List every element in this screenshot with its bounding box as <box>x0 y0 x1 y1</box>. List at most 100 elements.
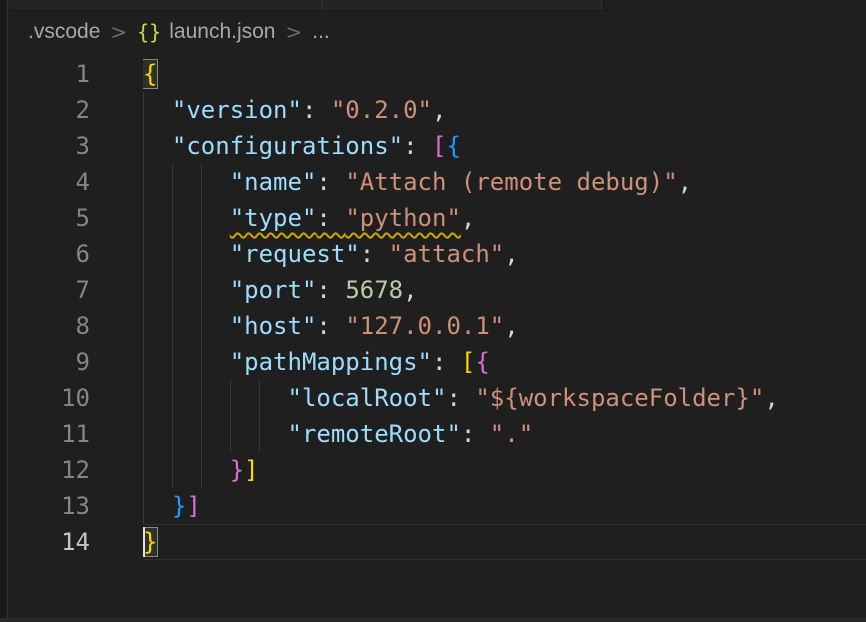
line-number[interactable]: 5 <box>9 200 143 236</box>
tab-1[interactable] <box>9 0 323 10</box>
breadcrumb-item-symbol[interactable]: ... <box>312 20 330 44</box>
token: : <box>432 348 461 376</box>
window-left-edge <box>0 0 8 622</box>
tab-bar <box>9 0 866 11</box>
indentation <box>143 420 288 448</box>
token: [ <box>432 132 446 160</box>
code-line[interactable]: }] <box>143 452 866 488</box>
token: "pathMappings" <box>230 348 432 376</box>
indentation <box>143 276 230 304</box>
token: "host" <box>230 312 317 340</box>
line-number[interactable]: 6 <box>9 236 143 272</box>
breadcrumb-symbol-label: ... <box>312 20 330 44</box>
indentation <box>143 456 230 484</box>
token: , <box>432 96 446 124</box>
token: : <box>461 420 490 448</box>
code-line[interactable]: } <box>143 524 866 560</box>
indentation <box>143 384 288 412</box>
indentation <box>143 132 172 160</box>
token: : <box>316 276 345 304</box>
token: ] <box>244 456 258 484</box>
token: } <box>230 456 244 484</box>
line-number[interactable]: 13 <box>9 488 143 524</box>
line-number[interactable]: 9 <box>9 344 143 380</box>
indentation <box>143 96 172 124</box>
code-line[interactable]: "port": 5678, <box>143 272 866 308</box>
token: "python" <box>345 204 461 232</box>
token: : <box>316 204 345 232</box>
line-number[interactable]: 10 <box>9 380 143 416</box>
breadcrumb-item-folder[interactable]: .vscode <box>28 20 100 44</box>
token: : <box>316 312 345 340</box>
code-line[interactable]: "version": "0.2.0", <box>143 92 866 128</box>
code-line[interactable]: "localRoot": "${workspaceFolder}", <box>143 380 866 416</box>
token: , <box>461 204 475 232</box>
indentation <box>143 348 230 376</box>
line-number[interactable]: 2 <box>9 92 143 128</box>
code-line[interactable]: { <box>143 56 866 92</box>
token: "type" <box>230 204 317 232</box>
indentation <box>143 240 230 268</box>
chevron-right-icon: > <box>110 20 127 44</box>
code-line[interactable]: "name": "Attach (remote debug)", <box>143 164 866 200</box>
breadcrumb-item-file[interactable]: {} launch.json <box>137 20 275 44</box>
token: : <box>302 96 331 124</box>
line-number[interactable]: 11 <box>9 416 143 452</box>
token: "0.2.0" <box>331 96 432 124</box>
warning-squiggle: "type": "python" <box>230 204 461 232</box>
token: ] <box>186 492 200 520</box>
token: { <box>475 348 489 376</box>
token: "Attach (remote debug)" <box>345 168 677 196</box>
code-line[interactable]: }] <box>143 488 866 524</box>
indentation <box>143 312 230 340</box>
line-number[interactable]: 14 <box>9 524 143 560</box>
token: "name" <box>230 168 317 196</box>
tab-2[interactable] <box>323 0 602 10</box>
indentation <box>143 204 230 232</box>
line-number[interactable]: 4 <box>9 164 143 200</box>
token: "port" <box>230 276 317 304</box>
json-braces-icon: {} <box>137 20 161 44</box>
token: { <box>446 132 460 160</box>
token: : <box>316 168 345 196</box>
code-line[interactable]: "configurations": [{ <box>143 128 866 164</box>
code-editor[interactable]: 1234567891011121314 { "version": "0.2.0"… <box>9 52 866 622</box>
line-number[interactable]: 7 <box>9 272 143 308</box>
code-line[interactable]: "remoteRoot": "." <box>143 416 866 452</box>
token: , <box>504 240 518 268</box>
token: "localRoot" <box>288 384 447 412</box>
line-number[interactable]: 12 <box>9 452 143 488</box>
token: : <box>403 132 432 160</box>
token: "127.0.0.1" <box>345 312 504 340</box>
text-cursor <box>143 527 145 557</box>
token: "version" <box>172 96 302 124</box>
line-number[interactable]: 1 <box>9 56 143 92</box>
token: , <box>403 276 417 304</box>
indentation <box>143 168 230 196</box>
matched-bracket: { <box>143 60 157 88</box>
chevron-right-icon: > <box>285 20 302 44</box>
token: 5678 <box>345 276 403 304</box>
code-line[interactable]: "type": "python", <box>143 200 866 236</box>
matched-bracket: } <box>143 528 157 556</box>
line-number[interactable]: 3 <box>9 128 143 164</box>
token: "." <box>490 420 533 448</box>
token: : <box>446 384 475 412</box>
breadcrumb: .vscode > {} launch.json > ... <box>9 11 866 52</box>
line-number[interactable]: 8 <box>9 308 143 344</box>
token: , <box>504 312 518 340</box>
token: : <box>360 240 389 268</box>
breadcrumb-file-label: launch.json <box>169 20 275 44</box>
token: } <box>172 492 186 520</box>
code-line[interactable]: "request": "attach", <box>143 236 866 272</box>
token: "${workspaceFolder}" <box>475 384 764 412</box>
code-area[interactable]: { "version": "0.2.0", "configurations": … <box>143 56 866 622</box>
breadcrumb-folder-label: .vscode <box>28 20 100 44</box>
token: , <box>764 384 778 412</box>
code-line[interactable]: "host": "127.0.0.1", <box>143 308 866 344</box>
code-line[interactable]: "pathMappings": [{ <box>143 344 866 380</box>
indentation <box>143 492 172 520</box>
tab-bar-empty-space <box>602 0 866 10</box>
line-number-gutter: 1234567891011121314 <box>9 56 143 622</box>
token: "remoteRoot" <box>288 420 461 448</box>
